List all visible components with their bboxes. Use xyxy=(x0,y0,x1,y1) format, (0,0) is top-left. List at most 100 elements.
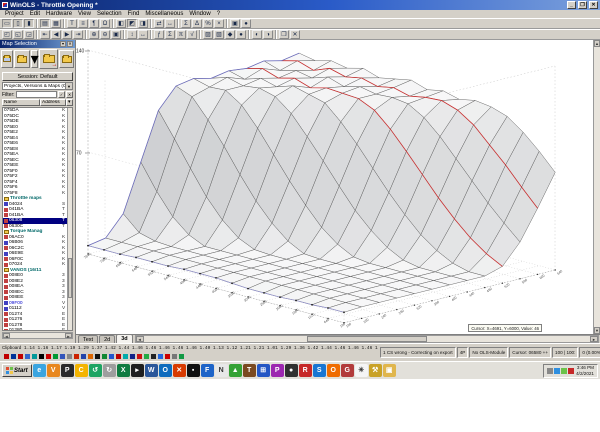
map-table-view-button[interactable]: ◨ xyxy=(138,19,148,28)
color-marker-icon[interactable] xyxy=(18,354,23,359)
taskbar-windows-app-icon[interactable]: ⊞ xyxy=(256,364,270,377)
taskbar-excel-app-icon[interactable]: X xyxy=(116,364,130,377)
map-list-vscrollbar[interactable] xyxy=(67,108,72,330)
map-3d-view[interactable]: 140 70 7840 7360 6880 6400 5920 5440 4960 4480 400… xyxy=(76,40,600,343)
restore-window-button[interactable]: ❐ xyxy=(279,30,289,39)
paragraph-view-button[interactable]: ¶ xyxy=(89,19,99,28)
next-map-button[interactable]: ▶ xyxy=(62,30,72,39)
color-marker-icon[interactable] xyxy=(32,354,37,359)
swap-versions-button[interactable]: ⇄ xyxy=(154,19,164,28)
import-maps-button[interactable]: → xyxy=(39,49,59,69)
tray-status-icon[interactable] xyxy=(554,367,561,374)
column-header-address[interactable]: Address xyxy=(40,99,66,106)
taskbar-sync-green-icon[interactable]: ↺ xyxy=(88,364,102,377)
zoom-out-button[interactable]: ⊖ xyxy=(100,30,110,39)
session-button[interactable]: Session: Default xyxy=(2,72,73,81)
open-project-button[interactable]: ◰ xyxy=(2,30,12,39)
color-marker-icon[interactable] xyxy=(74,354,79,359)
scroll-down-icon[interactable]: ▼ xyxy=(594,327,600,334)
menu-item-hardware[interactable]: Hardware xyxy=(43,11,75,17)
first-map-button[interactable]: ⇤ xyxy=(40,30,50,39)
taskbar-purple-app-icon[interactable]: P xyxy=(270,364,284,377)
list-view-button[interactable]: ≡ xyxy=(78,19,88,28)
map-vscrollbar[interactable]: ▲ ▼ xyxy=(593,40,600,334)
new-version-button[interactable]: ◱ xyxy=(13,30,23,39)
selection-rect-button[interactable]: ▭ xyxy=(2,19,12,28)
taskbar-terminal-app-icon[interactable]: ▸ xyxy=(130,364,144,377)
taskbar-red-tool-app-icon[interactable]: R xyxy=(298,364,312,377)
taskbar-media-player-icon[interactable]: V xyxy=(46,364,60,377)
menu-item-view[interactable]: View xyxy=(75,11,94,17)
taskbar-chrome-browser-icon[interactable]: C xyxy=(74,364,88,377)
close-window-button[interactable]: ✕ xyxy=(290,30,300,39)
import-file-button[interactable]: ◲ xyxy=(24,30,34,39)
map-b-view-button[interactable]: ▧ xyxy=(214,30,224,39)
taskbar-red-x-app-icon[interactable]: ✕ xyxy=(172,364,186,377)
shade-left-button[interactable]: ◐ xyxy=(252,30,262,39)
record-marker-button[interactable]: ● xyxy=(236,30,246,39)
scroll-right-icon[interactable]: ► xyxy=(65,333,72,339)
tray-status-icon[interactable] xyxy=(547,367,554,374)
color-marker-icon[interactable] xyxy=(95,354,100,359)
sigma-tool-button[interactable]: Σ xyxy=(165,30,175,39)
taskbar-blue-swirl-app-icon[interactable]: S xyxy=(312,364,326,377)
color-marker-icon[interactable] xyxy=(46,354,51,359)
color-marker-icon[interactable] xyxy=(11,354,16,359)
color-marker-icon[interactable] xyxy=(60,354,65,359)
color-marker-icon[interactable] xyxy=(151,354,156,359)
percent-tool-button[interactable]: % xyxy=(203,19,213,28)
grid-view-button[interactable]: ▦ xyxy=(51,19,61,28)
taskbar-chart-app-icon[interactable]: ▲ xyxy=(228,364,242,377)
map-hscrollbar[interactable]: ◄ ► xyxy=(134,335,599,343)
multiply-tool-button[interactable]: × xyxy=(214,19,224,28)
scroll-up-icon[interactable]: ▲ xyxy=(594,40,600,47)
color-marker-icon[interactable] xyxy=(137,354,142,359)
filter-apply-button[interactable]: ✓ xyxy=(58,91,65,98)
tab-2d[interactable]: 2d xyxy=(99,335,116,343)
selection-column-button[interactable]: ▯ xyxy=(13,19,23,28)
map-a-view-button[interactable]: ▨ xyxy=(203,30,213,39)
minimize-button[interactable]: _ xyxy=(567,1,576,9)
taskbar-yellow-folder-app-icon[interactable]: ▣ xyxy=(382,364,396,377)
color-marker-icon[interactable] xyxy=(88,354,93,359)
menu-item-selection[interactable]: Selection xyxy=(94,11,125,17)
zoom-in-button[interactable]: ⊕ xyxy=(89,30,99,39)
taskbar-orange-app-icon[interactable]: O xyxy=(326,364,340,377)
color-marker-icon[interactable] xyxy=(144,354,149,359)
taskbar-black-box-app-icon[interactable]: ▪ xyxy=(186,364,200,377)
start-button[interactable]: Start xyxy=(2,364,32,377)
filter-input[interactable] xyxy=(15,91,57,98)
zoom-fit-button[interactable]: ▣ xyxy=(111,30,121,39)
taskbar-notepad-app-icon[interactable]: N xyxy=(214,364,228,377)
taskbar-sync-gray-icon[interactable]: ↻ xyxy=(102,364,116,377)
record-tool-button[interactable]: ● xyxy=(241,19,251,28)
menu-item-find[interactable]: Find xyxy=(125,11,143,17)
map-2d-view-button[interactable]: ◧ xyxy=(116,19,126,28)
view-mode-dropdown[interactable]: Projects, Versions & Maps (Ctr ▼ xyxy=(2,82,73,90)
tray-status-icon[interactable] xyxy=(568,367,575,374)
scroll-left-icon[interactable]: ◄ xyxy=(3,333,10,339)
checksum-tool-button[interactable]: ▣ xyxy=(230,19,240,28)
diff-marker-button[interactable]: ◆ xyxy=(225,30,235,39)
taskbar-dark-circle-app-icon[interactable]: ● xyxy=(284,364,298,377)
scroll-left-icon[interactable]: ◄ xyxy=(135,336,144,342)
prev-map-button[interactable]: ◀ xyxy=(51,30,61,39)
color-marker-icon[interactable] xyxy=(25,354,30,359)
color-marker-icon[interactable] xyxy=(158,354,163,359)
color-marker-icon[interactable] xyxy=(116,354,121,359)
map-3d-view-button[interactable]: ◩ xyxy=(127,19,137,28)
color-marker-icon[interactable] xyxy=(53,354,58,359)
compare-versions-button[interactable]: ↔ xyxy=(165,19,175,28)
maximize-button[interactable]: ❐ xyxy=(578,1,587,9)
map-list-row[interactable]: 01280 E xyxy=(3,328,72,330)
taskbar-word-app-icon[interactable]: W xyxy=(144,364,158,377)
color-marker-icon[interactable] xyxy=(165,354,170,359)
menu-item-miscellaneous[interactable]: Miscellaneous xyxy=(142,11,186,17)
text-view-button[interactable]: T xyxy=(67,19,77,28)
pi-tool-button[interactable]: π xyxy=(176,30,186,39)
color-marker-icon[interactable] xyxy=(172,354,177,359)
taskbar-maroon-g-app-icon[interactable]: G xyxy=(340,364,354,377)
color-marker-icon[interactable] xyxy=(102,354,107,359)
menu-item-project[interactable]: Project xyxy=(2,11,27,17)
menu-item-edit[interactable]: Edit xyxy=(27,11,43,17)
